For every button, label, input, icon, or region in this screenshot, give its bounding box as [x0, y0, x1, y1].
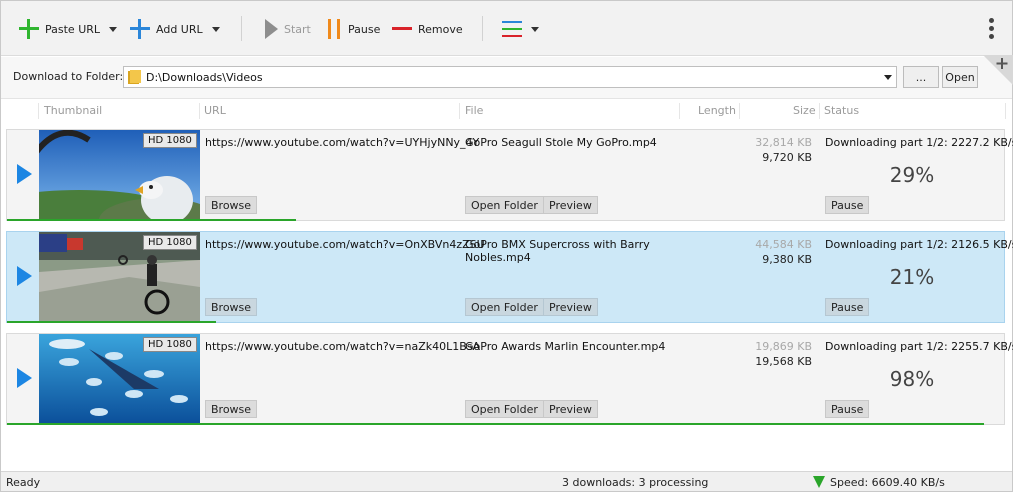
column-divider — [38, 103, 39, 119]
add-corner-icon[interactable] — [983, 55, 1013, 85]
hd-badge: HD 1080 — [143, 133, 197, 148]
add-url-dropdown-icon[interactable] — [212, 27, 220, 32]
start-label: Start — [284, 22, 311, 36]
size-downloaded: 19,568 KB — [755, 355, 812, 368]
add-url-button[interactable]: Add URL — [129, 15, 203, 43]
remove-label: Remove — [418, 22, 463, 36]
size-total: 19,869 KB — [755, 340, 812, 353]
size-total: 44,584 KB — [755, 238, 812, 251]
toolbar: Paste URL Add URL Start Pause Remove — [1, 1, 1012, 56]
size-total: 32,814 KB — [755, 136, 812, 149]
download-percent: 29% — [889, 163, 935, 187]
column-divider — [739, 103, 740, 119]
pause-icon — [328, 19, 340, 39]
open-folder-button[interactable]: Open Folder — [465, 298, 544, 316]
column-length[interactable]: Length — [698, 104, 736, 117]
download-file-name: GoPro BMX Supercross with Barry Nobles.m… — [465, 238, 650, 264]
status-bar: Ready 3 downloads: 3 processing Speed: 6… — [1, 471, 1012, 491]
column-status[interactable]: Status — [824, 104, 859, 117]
video-thumbnail: HD 1080 — [39, 334, 200, 424]
column-divider — [679, 103, 680, 119]
preview-button[interactable]: Preview — [543, 196, 598, 214]
download-row[interactable]: HD 1080 https://www.youtube.com/watch?v=… — [6, 231, 1013, 323]
pause-button[interactable]: Pause — [327, 15, 380, 43]
play-icon[interactable] — [17, 368, 32, 388]
video-thumbnail: HD 1080 — [39, 232, 200, 322]
add-url-label: Add URL — [156, 22, 203, 36]
download-file-name: GoPro Seagull Stole My GoPro.mp4 — [465, 136, 657, 149]
download-status: Downloading part 1/2: 2227.2 KB/s — [825, 136, 1013, 149]
column-url[interactable]: URL — [204, 104, 226, 117]
download-url: https://www.youtube.com/watch?v=OnXBVn4z… — [205, 238, 485, 251]
open-folder-button[interactable]: Open Folder — [465, 400, 544, 418]
pause-label: Pause — [348, 22, 381, 36]
toolbar-separator — [241, 16, 242, 41]
browse-folder-button[interactable]: ... — [903, 66, 939, 88]
download-status: Downloading part 1/2: 2126.5 KB/s — [825, 238, 1013, 251]
row-pause-button[interactable]: Pause — [825, 400, 870, 418]
column-divider — [459, 103, 460, 119]
lines-menu-icon — [502, 21, 522, 37]
paste-url-button[interactable]: Paste URL — [18, 15, 100, 43]
play-icon — [265, 19, 278, 39]
start-button[interactable]: Start — [263, 15, 311, 43]
play-icon[interactable] — [17, 266, 32, 286]
preview-button[interactable]: Preview — [543, 400, 598, 418]
download-folder-path: D:\Downloads\Videos — [146, 71, 263, 84]
toolbar-separator — [482, 16, 483, 41]
more-options-icon[interactable] — [984, 16, 998, 42]
download-percent: 98% — [889, 367, 935, 391]
options-dropdown-icon[interactable] — [531, 27, 539, 32]
preview-button[interactable]: Preview — [543, 298, 598, 316]
download-url: https://www.youtube.com/watch?v=UYHjyNNy… — [205, 136, 480, 149]
column-file[interactable]: File — [465, 104, 483, 117]
open-folder-button[interactable]: Open Folder — [465, 196, 544, 214]
minus-icon — [392, 27, 412, 30]
play-icon[interactable] — [17, 164, 32, 184]
browse-url-button[interactable]: Browse — [205, 400, 258, 418]
download-folder-label: Download to Folder: — [13, 70, 124, 83]
column-divider — [199, 103, 200, 119]
column-thumbnail[interactable]: Thumbnail — [44, 104, 102, 117]
paste-url-dropdown-icon[interactable] — [109, 27, 117, 32]
download-url: https://www.youtube.com/watch?v=naZk40L1… — [205, 340, 481, 353]
paste-url-label: Paste URL — [45, 22, 101, 36]
chevron-down-icon[interactable] — [884, 75, 892, 80]
video-thumbnail: HD 1080 — [39, 130, 200, 220]
progress-bar — [7, 423, 984, 425]
remove-button[interactable]: Remove — [391, 15, 463, 43]
download-folder-select[interactable]: D:\Downloads\Videos — [123, 66, 897, 88]
open-folder-button[interactable]: Open — [942, 66, 978, 88]
size-downloaded: 9,720 KB — [762, 151, 812, 164]
row-pause-button[interactable]: Pause — [825, 298, 870, 316]
column-divider — [819, 103, 820, 119]
download-row[interactable]: HD 1080 https://www.youtube.com/watch?v=… — [6, 129, 1013, 221]
download-percent: 21% — [889, 265, 935, 289]
size-downloaded: 9,380 KB — [762, 253, 812, 266]
download-status: Downloading part 1/2: 2255.7 KB/s — [825, 340, 1013, 353]
plus-icon — [130, 19, 150, 39]
download-row[interactable]: HD 1080 https://www.youtube.com/watch?v=… — [6, 333, 1013, 425]
browse-url-button[interactable]: Browse — [205, 196, 258, 214]
row-pause-button[interactable]: Pause — [825, 196, 870, 214]
app-window: Paste URL Add URL Start Pause Remove Dow… — [0, 0, 1013, 492]
download-arrow-icon — [813, 476, 825, 488]
progress-bar — [7, 219, 296, 221]
options-menu-button[interactable] — [501, 15, 523, 43]
column-divider — [1005, 103, 1006, 119]
column-size[interactable]: Size — [793, 104, 816, 117]
status-ready: Ready — [6, 476, 41, 489]
status-speed: Speed: 6609.40 KB/s — [830, 476, 945, 489]
folder-icon — [128, 70, 141, 84]
download-folder-bar: Download to Folder: D:\Downloads\Videos … — [1, 57, 1012, 99]
download-file-name: GoPro Awards Marlin Encounter.mp4 — [465, 340, 666, 353]
hd-badge: HD 1080 — [143, 235, 197, 250]
status-summary: 3 downloads: 3 processing — [562, 476, 709, 489]
browse-url-button[interactable]: Browse — [205, 298, 258, 316]
column-header: Thumbnail URL File Length Size Status — [1, 100, 1012, 122]
hd-badge: HD 1080 — [143, 337, 197, 352]
plus-icon — [19, 19, 39, 39]
progress-bar — [7, 321, 216, 323]
